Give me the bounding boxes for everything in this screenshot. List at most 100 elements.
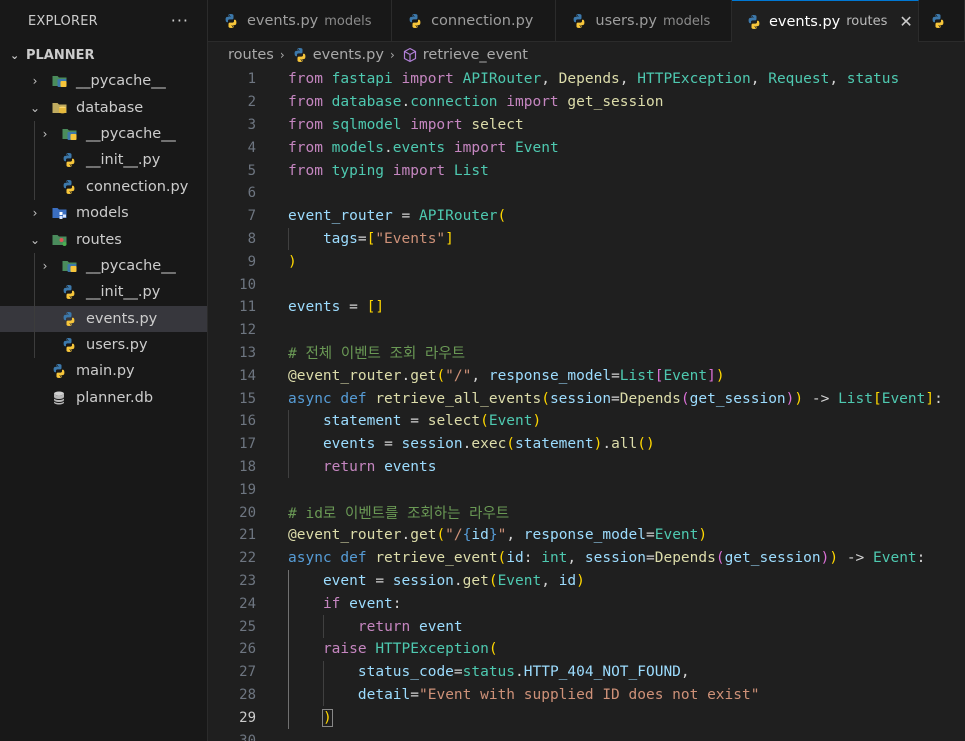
code-line[interactable]: 9) <box>208 250 965 273</box>
code-line[interactable]: 27 status_code = status. HTTP_404_NOT_FOUND… <box>208 660 965 684</box>
python-file-icon <box>291 47 309 63</box>
tree-item-label: models <box>76 205 129 222</box>
tree-item-label: events.py <box>86 310 158 327</box>
tree-folder-database[interactable]: ⌄ database <box>0 94 207 120</box>
more-actions-icon[interactable]: ··· <box>171 13 189 29</box>
tab-overflow[interactable] <box>919 0 965 42</box>
chevron-down-icon: ⌄ <box>10 48 20 62</box>
tree-file-planner-db[interactable]: planner.db <box>0 385 207 411</box>
code-line[interactable]: 26 raise HTTPException( <box>208 637 965 661</box>
line-number: 24 <box>239 595 256 612</box>
explorer-sidebar: EXPLORER ··· ⌄ PLANNER › __pycache__ ⌄ d… <box>0 0 208 741</box>
close-icon[interactable]: ✕ <box>899 12 912 31</box>
tree-file-connection[interactable]: connection.py <box>0 173 207 200</box>
code-line[interactable]: 12 <box>208 319 965 342</box>
code-line[interactable]: 16 statement = select(Event) <box>208 409 965 433</box>
chevron-right-icon: › <box>42 126 48 141</box>
tree-file-database-init[interactable]: __init__.py <box>0 147 207 174</box>
line-number: 7 <box>247 208 256 225</box>
code-line[interactable]: 30 <box>208 729 965 741</box>
chevron-right-icon: › <box>279 48 285 62</box>
workspace-section-header[interactable]: ⌄ PLANNER <box>0 42 207 68</box>
tree-folder-routes-pycache[interactable]: › __pycache__ <box>0 252 207 280</box>
code-text: async def retrieve_event(id: int, sessio… <box>288 550 926 567</box>
code-text: from database. connection import get_sess… <box>288 94 664 111</box>
tree-file-users[interactable]: users.py <box>0 331 207 359</box>
chevron-down-icon: ⌄ <box>29 100 41 115</box>
code-line[interactable]: 29 ) <box>208 706 965 730</box>
code-line[interactable]: 1 from fastapi import APIRouter, Depends,… <box>208 68 965 91</box>
tree-file-events-selected[interactable]: events.py <box>0 305 207 332</box>
code-line[interactable]: 23 event = session. get(Event, id) <box>208 569 965 593</box>
tree-folder-pycache[interactable]: › __pycache__ <box>0 68 207 94</box>
line-number: 18 <box>239 458 256 475</box>
code-text: ) <box>288 253 297 270</box>
code-text: @event_router. get("/", response_model = Li… <box>288 367 725 384</box>
tab-events-models[interactable]: events.py models <box>208 0 393 42</box>
python-file-icon <box>60 152 78 168</box>
code-line[interactable]: 11 events = [] <box>208 296 965 319</box>
tree-file-routes-init[interactable]: __init__.py <box>0 279 207 306</box>
tab-label: events.py <box>247 13 319 29</box>
code-editor[interactable]: 1 from fastapi import APIRouter, Depends,… <box>208 68 965 741</box>
code-line[interactable]: 5 from typing import List <box>208 159 965 182</box>
line-number: 17 <box>239 436 256 453</box>
python-folder-icon <box>60 126 78 142</box>
code-text: ) <box>321 708 333 727</box>
code-line[interactable]: 2 from database. connection import get_ses… <box>208 91 965 114</box>
breadcrumb-folder[interactable]: routes <box>228 47 274 63</box>
line-number: 12 <box>239 322 256 339</box>
python-folder-icon <box>60 258 78 274</box>
breadcrumb-file[interactable]: events.py <box>313 47 384 63</box>
code-line[interactable]: 19 <box>208 478 965 501</box>
python-file-icon <box>746 14 762 30</box>
tab-description: routes <box>846 14 888 29</box>
code-line[interactable]: 10 <box>208 273 965 296</box>
explorer-header: EXPLORER ··· <box>0 0 207 42</box>
code-line[interactable]: 25 return event <box>208 615 965 638</box>
tree-item-label: __init__.py <box>86 152 161 169</box>
python-file-icon <box>929 13 947 29</box>
workspace-name: PLANNER <box>26 47 95 63</box>
line-number: 8 <box>247 230 256 247</box>
code-line[interactable]: 17 events = session. exec(statement). all(… <box>208 432 965 456</box>
line-number: 10 <box>239 276 256 293</box>
code-line[interactable]: 22 async def retrieve_event(id: int, sess… <box>208 547 965 570</box>
line-number: 25 <box>239 618 256 635</box>
tab-users-models[interactable]: users.py models <box>556 0 732 42</box>
tab-events-routes-active[interactable]: events.py routes ✕ <box>732 0 919 42</box>
breadcrumb-symbol[interactable]: retrieve_event <box>423 47 528 63</box>
tree-folder-models[interactable]: › models <box>0 200 207 226</box>
tree-folder-routes[interactable]: ⌄ routes <box>0 226 207 252</box>
code-line[interactable]: 8 tags =["Events"] <box>208 227 965 251</box>
code-line[interactable]: 18 return events <box>208 455 965 479</box>
code-text: # 전체 이벤트 조회 라우트 <box>288 346 466 363</box>
tab-connection[interactable]: connection.py <box>392 0 557 42</box>
code-line[interactable]: 20 # id로 이벤트를 조회하는 라우트 <box>208 501 965 524</box>
code-line[interactable]: 28 detail = "Event with supplied ID does n… <box>208 683 965 707</box>
chevron-right-icon: › <box>42 258 48 273</box>
code-text: event_router = APIRouter( <box>288 208 507 225</box>
editor-tab-bar: events.py models connection.py users.py … <box>208 0 965 42</box>
tree-item-label: database <box>76 99 144 116</box>
code-line[interactable]: 7 event_router = APIRouter( <box>208 205 965 228</box>
code-line[interactable]: 4 from models. events import Event <box>208 136 965 159</box>
code-line[interactable]: 15 async def retrieve_all_events(session =… <box>208 387 965 410</box>
line-number: 5 <box>247 162 256 179</box>
code-text: return event <box>357 618 463 635</box>
code-line[interactable]: 13 # 전체 이벤트 조회 라우트 <box>208 342 965 365</box>
breadcrumb: routes › events.py › retrieve_event <box>208 42 965 68</box>
tab-description: models <box>662 13 711 29</box>
python-file-icon <box>60 284 78 300</box>
code-line[interactable]: 14 @event_router. get("/", response_model =… <box>208 364 965 387</box>
code-line[interactable]: 3 from sqlmodel import select <box>208 114 965 137</box>
code-line[interactable]: 24 if event: <box>208 592 965 616</box>
chevron-down-icon: ⌄ <box>29 232 41 247</box>
tree-file-main[interactable]: main.py <box>0 358 207 384</box>
code-line[interactable]: 6 <box>208 182 965 205</box>
code-text: tags =["Events"] <box>322 230 454 247</box>
python-file-icon <box>222 13 240 29</box>
code-text: from fastapi import APIRouter, Depends, … <box>288 71 900 88</box>
tree-folder-database-pycache[interactable]: › __pycache__ <box>0 120 207 148</box>
code-line[interactable]: 21 @event_router. get("/{id}", response_mo… <box>208 524 965 547</box>
